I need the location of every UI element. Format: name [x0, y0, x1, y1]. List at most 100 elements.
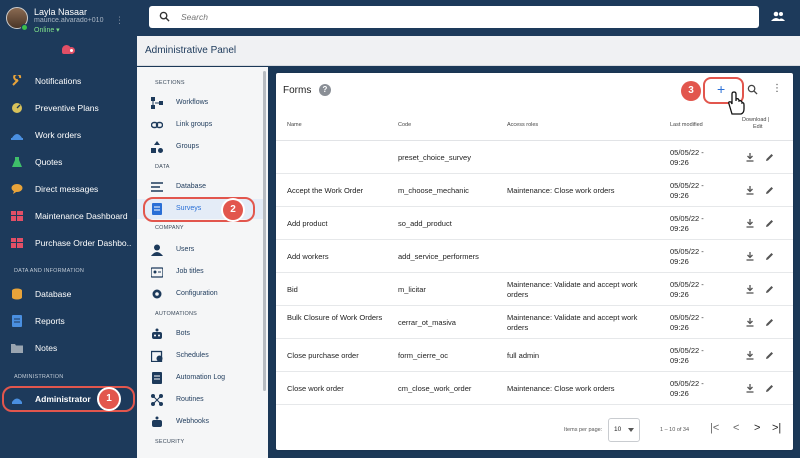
sidebar-item-reports[interactable]: Reports [0, 308, 137, 334]
download-icon[interactable] [746, 252, 754, 261]
download-icon[interactable] [746, 153, 754, 162]
search-icon[interactable] [747, 84, 758, 95]
edit-icon[interactable] [765, 186, 774, 195]
schedule-icon [150, 350, 163, 363]
sidebar-item-maintenance-dashboard[interactable]: Maintenance Dashboard [0, 203, 137, 229]
edit-icon[interactable] [765, 384, 774, 393]
cell-name: Bid [287, 285, 298, 294]
prev-page-button[interactable]: < [733, 422, 739, 434]
edit-icon[interactable] [765, 285, 774, 294]
subnav-item-webhooks[interactable]: Webhooks [137, 412, 265, 432]
subnav-item-configuration[interactable]: Configuration [137, 284, 265, 304]
sidebar-item-direct-messages[interactable]: Direct messages [0, 176, 137, 202]
dashboard-icon [11, 210, 23, 222]
subnav-item-automation-log[interactable]: Automation Log [137, 368, 265, 388]
cell-access-roles: Maintenance: Close work orders [507, 186, 615, 195]
first-page-button[interactable]: |< [710, 422, 719, 434]
groups-icon [151, 141, 163, 153]
search-bar[interactable] [149, 6, 759, 28]
subnav-item-job-titles[interactable]: Job titles [137, 262, 265, 282]
download-icon[interactable] [746, 285, 754, 294]
items-per-page-select[interactable]: 10 [608, 418, 640, 442]
download-icon[interactable] [746, 351, 754, 360]
add-form-button[interactable]: + [717, 81, 725, 97]
cell-last-modified: 05/05/22 -09:26 [670, 181, 720, 201]
user-status-dropdown[interactable]: Online ▾ [34, 26, 60, 34]
edit-icon[interactable] [765, 252, 774, 261]
user-menu-icon[interactable]: ⋮ [115, 15, 124, 26]
cell-code: cerrar_ot_masiva [398, 318, 456, 327]
user-name: Layla Nasaar [34, 7, 88, 17]
next-page-button[interactable]: > [754, 422, 760, 434]
edit-icon[interactable] [765, 318, 774, 327]
routine-icon [151, 394, 163, 406]
sidebar-item-label: Maintenance Dashboard [35, 211, 128, 221]
download-icon[interactable] [746, 186, 754, 195]
column-code[interactable]: Code [398, 122, 411, 128]
table-row[interactable]: Add product so_add_product 05/05/22 -09:26 [276, 207, 793, 240]
sidebar: Layla Nasaar maurice.alvarado+010... Onl… [0, 0, 137, 458]
table-row[interactable]: Bulk Closure of Work Orders cerrar_ot_mas… [276, 306, 793, 339]
subnav-item-workflows[interactable]: Workflows [137, 93, 265, 113]
modified-time: 09:26 [670, 323, 689, 332]
download-icon[interactable] [746, 219, 754, 228]
sidebar-item-work-orders[interactable]: Work orders [0, 122, 137, 148]
section-administration: ADMINISTRATION [14, 374, 64, 380]
user-profile[interactable]: Layla Nasaar maurice.alvarado+010... Onl… [6, 5, 134, 35]
more-options-icon[interactable]: ⋮ [772, 83, 782, 94]
helmet-icon [11, 129, 23, 141]
table-row[interactable]: Close work order cm_close_work_order Maint… [276, 372, 793, 405]
chat-icon [11, 183, 23, 195]
sidebar-item-purchase-order-dashbo[interactable]: Purchase Order Dashbo... [0, 230, 137, 256]
subnav-item-users[interactable]: Users [137, 240, 265, 260]
sidebar-item-notes[interactable]: Notes [0, 335, 137, 361]
sidebar-item-preventive-plans[interactable]: Preventive Plans [0, 95, 137, 121]
subnav-item-database[interactable]: Database [137, 177, 265, 197]
subnav-item-label: Automation Log [176, 374, 226, 381]
download-icon[interactable] [746, 318, 754, 327]
sidebar-item-label: Work orders [35, 130, 82, 140]
download-icon[interactable] [746, 384, 754, 393]
table-row[interactable]: Bid m_licitar Maintenance: Validate and ac… [276, 273, 793, 306]
dashboard-icon [11, 237, 23, 249]
subnav-item-schedules[interactable]: Schedules [137, 346, 265, 366]
column-name[interactable]: Name [287, 122, 302, 128]
modified-date: 05/05/22 - [670, 346, 704, 355]
table-row[interactable]: Close purchase order form_cierre_oc full a… [276, 339, 793, 372]
modified-time: 09:26 [670, 257, 689, 266]
subnav-item-label: Webhooks [176, 418, 209, 425]
edit-icon[interactable] [765, 153, 774, 162]
column-last-modified[interactable]: Last modified [670, 122, 703, 128]
table-row[interactable]: Accept the Work Order m_choose_mechanic Ma… [276, 174, 793, 207]
cell-last-modified: 05/05/22 -09:26 [670, 313, 720, 333]
table-row[interactable]: preset_choice_survey 05/05/22 -09:26 [276, 141, 793, 174]
last-page-button[interactable]: >| [772, 422, 781, 434]
people-icon[interactable] [771, 11, 785, 21]
edit-icon[interactable] [765, 351, 774, 360]
notification-bell-icon[interactable] [62, 45, 76, 57]
table-row[interactable]: Add workers add_service_performers 05/05/2… [276, 240, 793, 273]
help-icon[interactable]: ? [319, 84, 331, 96]
sidebar-item-database[interactable]: Database [0, 281, 137, 307]
search-input[interactable] [181, 10, 741, 24]
database-icon [11, 288, 23, 300]
chevron-down-icon [628, 428, 634, 432]
subnav-item-groups[interactable]: Groups [137, 137, 265, 157]
subnav-item-bots[interactable]: Bots [137, 324, 265, 344]
column-access-roles[interactable]: Access roles [507, 122, 538, 128]
section-data-information: DATA AND INFORMATION [14, 268, 85, 274]
sidebar-item-notifications[interactable]: Notifications [0, 68, 137, 94]
sidebar-item-quotes[interactable]: Quotes [0, 149, 137, 175]
user-email: maurice.alvarado+010... [34, 17, 104, 24]
cell-name: Close purchase order [287, 351, 359, 360]
list-icon [151, 181, 163, 193]
edit-icon[interactable] [765, 219, 774, 228]
subnav-section-data: DATA [155, 164, 170, 170]
subnav-item-link-groups[interactable]: Link groups [137, 115, 265, 135]
table-footer: Items per page: 10 1 – 10 of 34 |< < > >… [276, 408, 793, 450]
cell-name: Accept the Work Order [287, 186, 364, 195]
subnav-scrollbar[interactable] [263, 71, 266, 391]
cell-code: preset_choice_survey [398, 153, 471, 162]
subnav-item-routines[interactable]: Routines [137, 390, 265, 410]
cell-last-modified: 05/05/22 -09:26 [670, 148, 720, 168]
